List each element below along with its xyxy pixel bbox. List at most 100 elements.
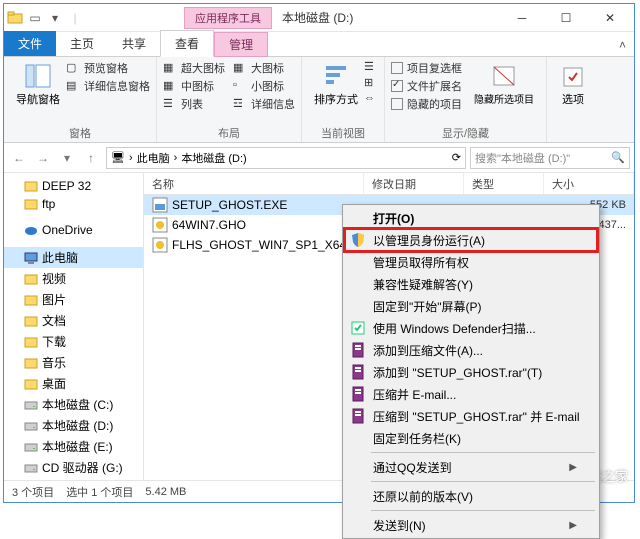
menu-item[interactable]: 发送到(N)▶ — [345, 514, 597, 536]
tree-item[interactable]: DEEP 32 — [4, 177, 143, 195]
menu-item[interactable]: 使用 Windows Defender扫描... — [345, 317, 597, 339]
tree-item[interactable]: 此电脑 — [4, 247, 143, 268]
menu-separator — [371, 452, 595, 453]
ribbon-tab-view[interactable]: 查看 — [160, 30, 214, 57]
col-date[interactable]: 修改日期 — [364, 173, 464, 194]
tree-item[interactable]: 音乐 — [4, 352, 143, 373]
tree-item[interactable]: 桌面 — [4, 373, 143, 394]
ribbon-tab-home[interactable]: 主页 — [56, 31, 108, 56]
submenu-arrow-icon: ▶ — [569, 520, 577, 531]
back-button[interactable]: ← — [8, 147, 30, 169]
maximize-button[interactable]: ☐ — [544, 4, 588, 32]
options-button[interactable]: 选项 — [553, 59, 593, 107]
menu-item[interactable]: 固定到"开始"屏幕(P) — [345, 295, 597, 317]
close-button[interactable]: ✕ — [588, 4, 632, 32]
fit-cols-button[interactable]: ⇔ — [364, 91, 378, 107]
hide-selected-button[interactable]: 隐藏所选项目 — [468, 59, 540, 113]
column-headers[interactable]: 名称 修改日期 类型 大小 — [144, 173, 634, 195]
minimize-button[interactable]: ─ — [500, 4, 544, 32]
tree-item[interactable]: 视频 — [4, 268, 143, 289]
item-checkboxes[interactable]: 项目复选框 — [391, 59, 462, 77]
breadcrumb[interactable]: 🖥 › 此电脑 › 本地磁盘 (D:) ⟳ — [106, 147, 466, 169]
tree-item[interactable]: 文档 — [4, 310, 143, 331]
menu-item[interactable]: 添加到压缩文件(A)... — [345, 339, 597, 361]
group-label-show: 显示/隐藏 — [391, 125, 540, 142]
folder-icon — [6, 9, 24, 27]
forward-button[interactable]: → — [32, 147, 54, 169]
tree-item[interactable]: CD 驱动器 (G:) — [4, 457, 143, 478]
tree-item[interactable]: 图片 — [4, 289, 143, 310]
ribbon-file[interactable]: 文件 — [4, 31, 56, 56]
menu-item[interactable]: 压缩到 "SETUP_GHOST.rar" 并 E-mail — [345, 405, 597, 427]
shield-icon — [349, 231, 367, 249]
status-size: 5.42 MB — [145, 486, 186, 498]
menu-item-label: 压缩到 "SETUP_GHOST.rar" 并 E-mail — [373, 408, 580, 425]
group-label-pane: 窗格 — [10, 125, 150, 142]
qat-properties-icon[interactable]: ▭ — [26, 9, 44, 27]
menu-item[interactable]: 管理员取得所有权 — [345, 251, 597, 273]
address-bar: ← → ▾ ↑ 🖥 › 此电脑 › 本地磁盘 (D:) ⟳ 搜索"本地磁盘 (D… — [4, 143, 634, 173]
col-name[interactable]: 名称 — [144, 173, 364, 194]
col-size[interactable]: 大小 — [544, 173, 634, 194]
layout-list[interactable]: ☰列表 — [163, 95, 225, 113]
search-input[interactable]: 搜索"本地磁盘 (D:)" 🔍 — [470, 147, 630, 169]
preview-pane-button[interactable]: ▢预览窗格 — [66, 59, 150, 77]
add-cols-button[interactable]: ⊞ — [364, 75, 378, 91]
layout-medium-icons[interactable]: ▦中图标 — [163, 77, 225, 95]
group-by-button[interactable]: ☰ — [364, 59, 378, 75]
ribbon-tab-share[interactable]: 共享 — [108, 31, 160, 56]
refresh-icon[interactable]: ⟳ — [452, 151, 461, 164]
sort-button[interactable]: 排序方式 — [308, 59, 364, 107]
menu-item-label: 打开(O) — [373, 210, 414, 227]
menu-item-label: 固定到任务栏(K) — [373, 430, 461, 447]
tree-item[interactable]: 下载 — [4, 331, 143, 352]
ribbon-tab-manage[interactable]: 管理 — [214, 32, 268, 57]
group-label-view: 当前视图 — [308, 125, 378, 142]
ribbon-collapse-icon[interactable]: ˄ — [611, 34, 634, 56]
tree-item[interactable]: 本地磁盘 (D:) — [4, 415, 143, 436]
context-menu[interactable]: 打开(O) 以管理员身份运行(A) 管理员取得所有权兼容性疑难解答(Y) 固定到"开始… — [342, 204, 600, 539]
rar-icon — [349, 341, 367, 359]
tree-item[interactable]: OneDrive — [4, 221, 143, 239]
tree-item[interactable]: ftp — [4, 195, 143, 213]
col-type[interactable]: 类型 — [464, 173, 544, 194]
ribbon-tabs: 文件 主页 共享 查看 管理 ˄ — [4, 32, 634, 57]
status-selected: 选中 1 个项目 — [66, 484, 133, 500]
menu-item[interactable]: 固定到任务栏(K) — [345, 427, 597, 449]
rar-icon — [349, 407, 367, 425]
qat-separator: | — [66, 9, 84, 27]
details-pane-button[interactable]: ▤详细信息窗格 — [66, 77, 150, 95]
up-button[interactable]: ↑ — [80, 147, 102, 169]
menu-item-label: 以管理员身份运行(A) — [373, 232, 485, 249]
tree-item[interactable]: 本地磁盘 (E:) — [4, 436, 143, 457]
qat-dropdown-icon[interactable]: ▾ — [46, 9, 64, 27]
nav-pane-button[interactable]: 导航窗格 — [10, 59, 66, 107]
context-tab-app-tools[interactable]: 应用程序工具 — [184, 7, 272, 29]
file-extensions[interactable]: 文件扩展名 — [391, 77, 462, 95]
menu-item[interactable]: 打开(O) — [345, 207, 597, 229]
menu-item[interactable]: 通过QQ发送到▶ — [345, 456, 597, 478]
menu-item[interactable]: 兼容性疑难解答(Y) — [345, 273, 597, 295]
menu-item-label: 兼容性疑难解答(Y) — [373, 276, 473, 293]
menu-item[interactable]: 添加到 "SETUP_GHOST.rar"(T) — [345, 361, 597, 383]
menu-item-label: 添加到 "SETUP_GHOST.rar"(T) — [373, 364, 542, 381]
menu-separator — [371, 481, 595, 482]
search-icon: 🔍 — [611, 151, 625, 164]
history-dropdown[interactable]: ▾ — [56, 147, 78, 169]
breadcrumb-location[interactable]: 本地磁盘 (D:) — [181, 150, 246, 166]
tree-item[interactable]: 本地磁盘 (C:) — [4, 394, 143, 415]
layout-small-icons[interactable]: ▫小图标 — [233, 77, 295, 95]
rar-icon — [349, 363, 367, 381]
menu-item-label: 添加到压缩文件(A)... — [373, 342, 483, 359]
breadcrumb-root[interactable]: 此电脑 — [137, 150, 170, 166]
menu-item[interactable]: 以管理员身份运行(A) — [345, 229, 597, 251]
layout-large-icons[interactable]: ▦大图标 — [233, 59, 295, 77]
nav-tree[interactable]: DEEP 32ftp OneDrive 此电脑视频图片文档下载音乐桌面本地磁盘 (C… — [4, 173, 144, 480]
menu-item[interactable]: 还原以前的版本(V) — [345, 485, 597, 507]
layout-xl-icons[interactable]: ▦超大图标 — [163, 59, 225, 77]
hidden-items[interactable]: 隐藏的项目 — [391, 95, 462, 113]
layout-details[interactable]: ☲详细信息 — [233, 95, 295, 113]
window-title: 本地磁盘 (D:) — [282, 9, 353, 26]
menu-item-label: 固定到"开始"屏幕(P) — [373, 298, 482, 315]
menu-item[interactable]: 压缩并 E-mail... — [345, 383, 597, 405]
